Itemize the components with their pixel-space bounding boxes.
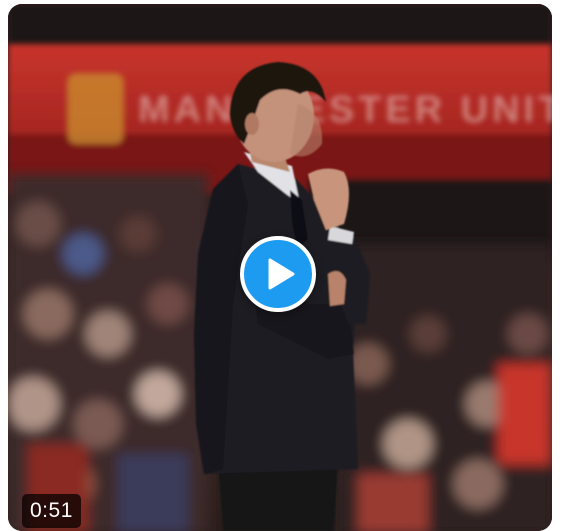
- play-icon: [268, 258, 295, 290]
- video-player[interactable]: MANCHESTER UNITED: [8, 4, 552, 531]
- play-button[interactable]: [240, 236, 316, 312]
- stadium-sign-text: MANCHESTER UNITED: [138, 89, 552, 131]
- video-duration-badge: 0:51: [22, 494, 81, 528]
